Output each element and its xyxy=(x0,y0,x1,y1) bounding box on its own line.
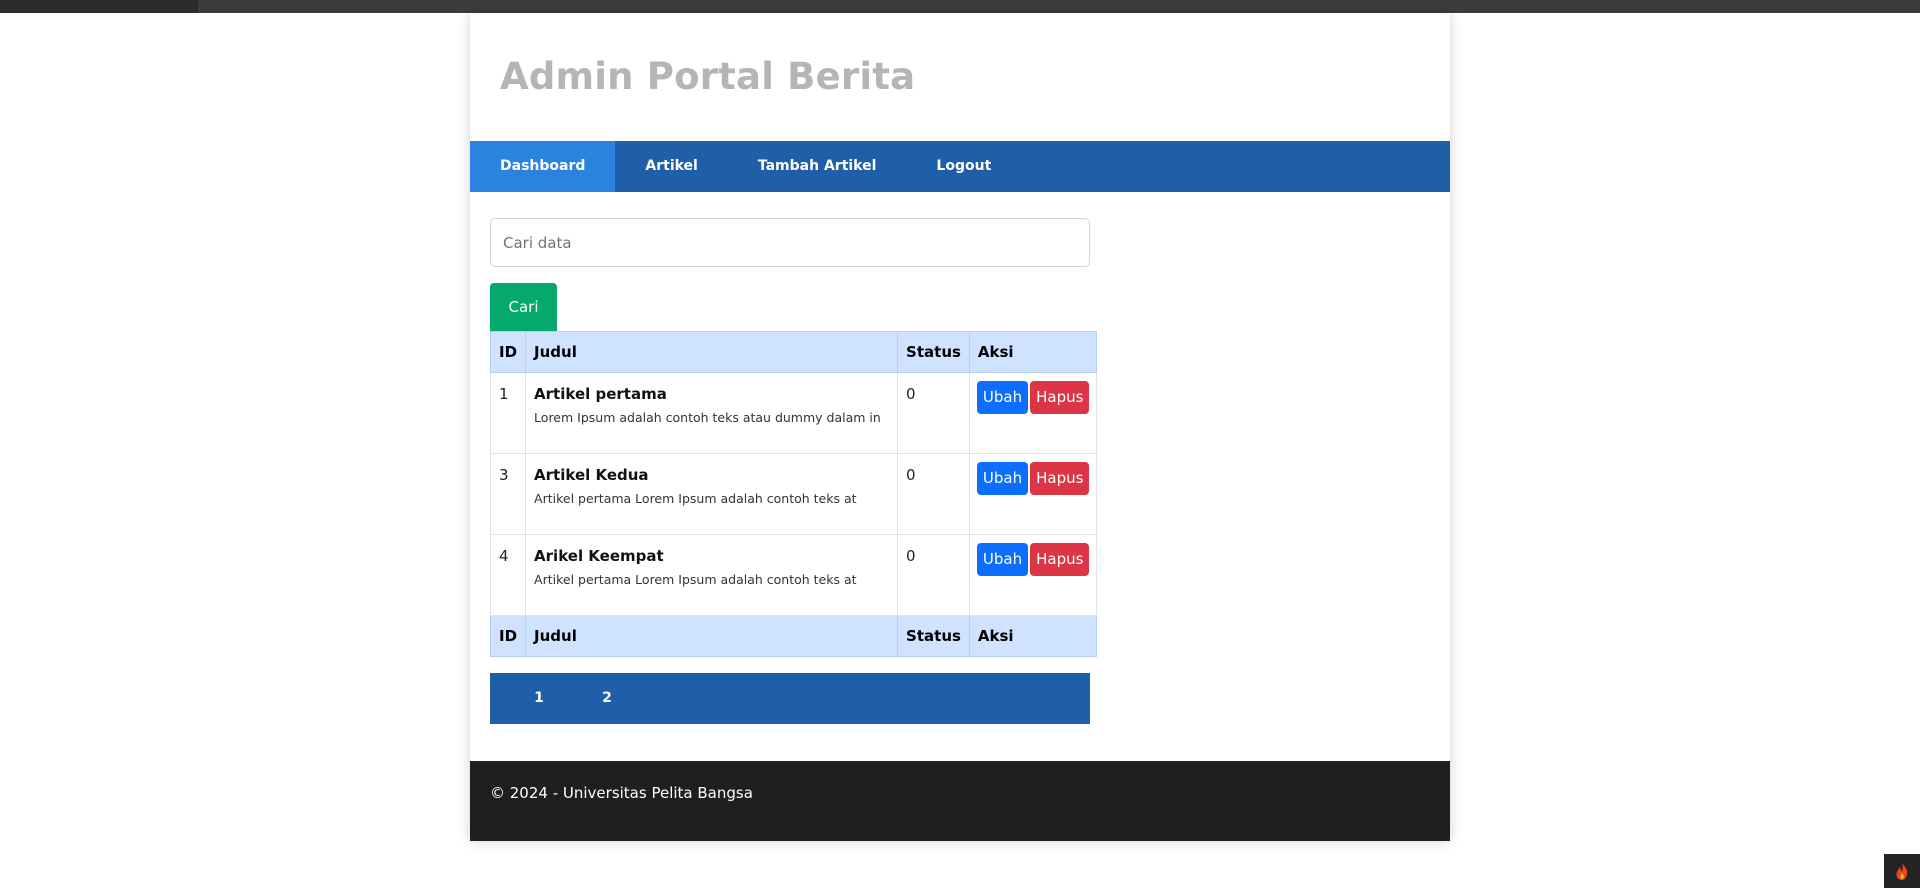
page-container: Admin Portal Berita Dashboard Artikel Ta… xyxy=(470,13,1450,841)
page-link-2[interactable]: 2 xyxy=(573,673,641,724)
row-status: 0 xyxy=(897,453,970,535)
delete-button[interactable]: Hapus xyxy=(1030,381,1090,414)
article-excerpt: Artikel pertama Lorem Ipsum adalah conto… xyxy=(534,572,857,587)
row-id: 3 xyxy=(489,453,527,535)
table-footer: ID Judul Status Aksi xyxy=(489,615,1098,657)
search-button[interactable]: Cari xyxy=(490,283,557,331)
browser-top-strip xyxy=(0,0,1920,13)
article-excerpt: Lorem Ipsum adalah contoh teks atau dumm… xyxy=(534,410,881,425)
article-title: Artikel Kedua xyxy=(534,466,649,484)
edit-button[interactable]: Ubah xyxy=(976,462,1029,495)
column-header-judul: Judul xyxy=(525,331,899,373)
delete-button[interactable]: Hapus xyxy=(1030,543,1090,576)
column-header-aksi: Aksi xyxy=(968,331,1098,373)
table-row: 3 Artikel Kedua Artikel pertama Lorem Ip… xyxy=(489,453,1098,535)
main-nav: Dashboard Artikel Tambah Artikel Logout xyxy=(470,141,1450,192)
edit-button[interactable]: Ubah xyxy=(976,381,1029,414)
footer-column-judul: Judul xyxy=(525,615,899,657)
site-title: Admin Portal Berita xyxy=(500,55,916,98)
main-content: Cari ID Judul Status Aksi 1 xyxy=(470,192,1450,724)
row-status: 0 xyxy=(897,372,970,454)
column-header-id: ID xyxy=(489,331,527,373)
search-input[interactable] xyxy=(490,218,1090,267)
row-id: 4 xyxy=(489,534,527,616)
nav-dashboard[interactable]: Dashboard xyxy=(470,141,616,192)
footer-column-aksi: Aksi xyxy=(968,615,1098,657)
table-row: 4 Arikel Keempat Artikel pertama Lorem I… xyxy=(489,534,1098,616)
row-actions: Ubah Hapus xyxy=(968,453,1098,535)
article-excerpt: Artikel pertama Lorem Ipsum adalah conto… xyxy=(534,491,857,506)
row-actions: Ubah Hapus xyxy=(968,372,1098,454)
table-header: ID Judul Status Aksi xyxy=(489,331,1098,373)
row-id: 1 xyxy=(489,372,527,454)
table-row: 1 Artikel pertama Lorem Ipsum adalah con… xyxy=(489,372,1098,454)
footer-column-id: ID xyxy=(489,615,527,657)
article-title: Arikel Keempat xyxy=(534,547,664,565)
column-header-status: Status xyxy=(897,331,970,373)
delete-button[interactable]: Hapus xyxy=(1030,462,1090,495)
site-header: Admin Portal Berita xyxy=(470,13,1450,141)
row-title-cell: Arikel Keempat Artikel pertama Lorem Ips… xyxy=(525,534,899,616)
footer-column-status: Status xyxy=(897,615,970,657)
pagination: 1 2 xyxy=(490,673,1090,724)
row-status: 0 xyxy=(897,534,970,616)
row-title-cell: Artikel pertama Lorem Ipsum adalah conto… xyxy=(525,372,899,454)
article-title: Artikel pertama xyxy=(534,385,667,403)
nav-artikel[interactable]: Artikel xyxy=(615,141,727,192)
browser-tab-area xyxy=(0,0,198,13)
row-title-cell: Artikel Kedua Artikel pertama Lorem Ipsu… xyxy=(525,453,899,535)
flame-icon[interactable] xyxy=(1884,854,1920,888)
edit-button[interactable]: Ubah xyxy=(976,543,1029,576)
nav-tambah-artikel[interactable]: Tambah Artikel xyxy=(728,141,907,192)
row-actions: Ubah Hapus xyxy=(968,534,1098,616)
nav-logout[interactable]: Logout xyxy=(906,141,1021,192)
page-link-1[interactable]: 1 xyxy=(505,673,573,724)
site-footer: © 2024 - Universitas Pelita Bangsa xyxy=(470,761,1450,841)
footer-copyright: © 2024 - Universitas Pelita Bangsa xyxy=(490,784,753,802)
articles-table: ID Judul Status Aksi 1 Artikel pertama L… xyxy=(489,331,1098,657)
